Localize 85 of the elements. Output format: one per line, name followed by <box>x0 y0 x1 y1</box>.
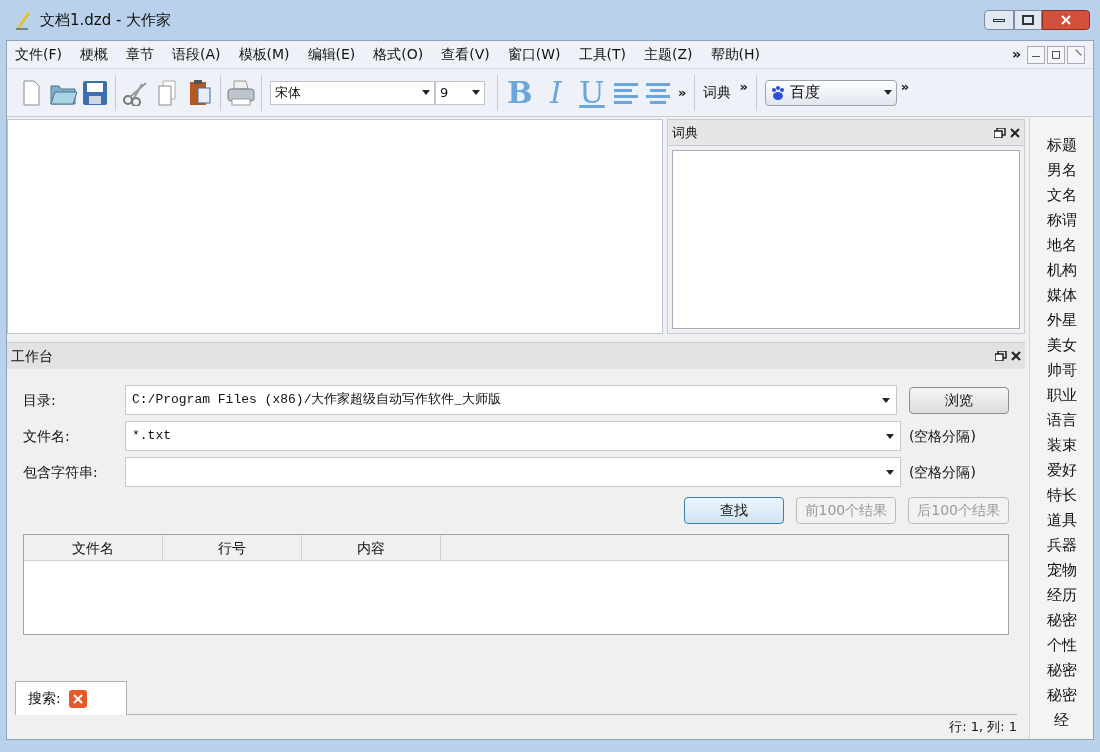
category-item[interactable]: 称谓 <box>1046 208 1077 233</box>
category-item[interactable]: 文名 <box>1046 183 1077 208</box>
minimize-button[interactable] <box>984 10 1014 30</box>
align-center-icon <box>644 80 672 105</box>
menu-item[interactable]: 工具(T) <box>578 44 627 65</box>
dropdown-arrow-icon <box>883 90 892 95</box>
copy-pages-icon <box>157 79 179 106</box>
dropdown-arrow-icon <box>886 433 894 439</box>
restore-button[interactable] <box>1047 45 1065 64</box>
field-hint: (空格分隔) <box>909 426 977 446</box>
category-item[interactable]: 男名 <box>1046 158 1077 183</box>
column-header[interactable]: 内容 <box>302 535 441 560</box>
menu-item[interactable]: 格式(O) <box>373 44 424 65</box>
search-tab[interactable]: 搜索: <box>15 681 127 715</box>
dropdown-arrow-icon <box>422 90 430 95</box>
menu-item[interactable]: 文件(F) <box>15 44 62 65</box>
status-text: 行: 1, 列: 1 <box>949 718 1017 737</box>
clipboard-icon <box>188 78 212 107</box>
blank-page-icon <box>22 79 40 106</box>
category-item[interactable]: 秘密 <box>1046 658 1077 683</box>
dictionary-toolbar-label: 词典 <box>703 83 732 102</box>
category-item[interactable]: 装束 <box>1046 433 1077 458</box>
category-item[interactable]: 帅哥 <box>1046 358 1077 383</box>
close-button[interactable] <box>1042 10 1090 30</box>
printer-icon <box>226 78 256 107</box>
dropdown-arrow-icon <box>886 469 894 475</box>
category-item[interactable]: 标题 <box>1046 133 1077 158</box>
search-engine-select[interactable]: 百度 <box>764 79 897 106</box>
menu-item[interactable]: 编辑(E) <box>307 44 356 65</box>
maximize-button[interactable] <box>1014 10 1042 30</box>
font-select[interactable]: 宋体 <box>270 80 435 105</box>
menu-item[interactable]: 查看(V) <box>441 44 490 65</box>
restore-icon[interactable] <box>994 127 1006 138</box>
category-item[interactable]: 地名 <box>1046 233 1077 258</box>
toolbar-overflow[interactable]: » <box>739 77 748 97</box>
category-item[interactable]: 兵器 <box>1046 533 1077 558</box>
pen-icon <box>14 10 32 30</box>
action-button[interactable]: 查找 <box>683 497 784 524</box>
column-header[interactable]: 文件名 <box>24 535 163 560</box>
panel-title: 工作台 <box>11 346 54 366</box>
menu-item[interactable]: 主题(Z) <box>644 44 693 65</box>
category-item[interactable]: 秘密 <box>1046 683 1077 708</box>
menu-item[interactable]: 帮助(H) <box>710 44 760 65</box>
field-label: 文件名: <box>23 426 71 446</box>
combo-box[interactable]: *.txt <box>125 421 901 451</box>
panel-title: 词典 <box>672 123 699 142</box>
category-item[interactable]: 机构 <box>1046 258 1077 283</box>
combo-box[interactable]: C:/Program Files (x86)/大作家超级自动写作软件_大师版 <box>125 385 897 415</box>
category-item[interactable]: 职业 <box>1046 383 1077 408</box>
menu-item[interactable]: 章节 <box>126 44 154 65</box>
category-item[interactable]: 媒体 <box>1046 283 1077 308</box>
category-item[interactable]: 爱好 <box>1046 458 1077 483</box>
category-item[interactable]: 语言 <box>1046 408 1077 433</box>
field-label: 包含字符串: <box>23 462 99 482</box>
font-size-select[interactable]: 9 <box>435 80 485 105</box>
category-item[interactable]: 外星 <box>1046 308 1077 333</box>
browse-button[interactable]: 浏览 <box>909 386 1009 414</box>
menu-item[interactable]: 梗概 <box>80 44 108 65</box>
toolbar-overflow[interactable]: » <box>678 82 687 103</box>
dropdown-arrow-icon <box>882 397 890 403</box>
restore-icon[interactable] <box>995 351 1007 361</box>
dropdown-arrow-icon <box>472 90 480 95</box>
category-item[interactable]: 个性 <box>1046 633 1077 658</box>
category-item[interactable]: 秘密 <box>1046 608 1077 633</box>
column-header[interactable]: 行号 <box>163 535 302 560</box>
category-item[interactable]: 美女 <box>1046 333 1077 358</box>
menu-overflow[interactable]: » <box>1011 44 1021 65</box>
window-title: 文档1.dzd - 大作家 <box>40 9 172 31</box>
close-icon <box>1061 15 1071 25</box>
align-left-icon <box>612 80 640 105</box>
field-hint: (空格分隔) <box>909 462 977 482</box>
category-item[interactable]: 道具 <box>1046 508 1077 533</box>
paw-icon <box>769 84 786 101</box>
menu-item[interactable]: 窗口(W) <box>507 44 561 65</box>
menu-item[interactable]: 语段(A) <box>172 44 221 65</box>
close-icon[interactable] <box>1011 351 1021 361</box>
minimize-button[interactable] <box>1027 45 1045 64</box>
menu-item[interactable]: 模板(M) <box>238 44 290 65</box>
category-item[interactable]: 经 <box>1054 708 1069 733</box>
category-item[interactable]: 特长 <box>1046 483 1077 508</box>
close-icon[interactable] <box>1010 127 1020 138</box>
category-item[interactable]: 宠物 <box>1046 558 1077 583</box>
category-item[interactable]: 经历 <box>1046 583 1077 608</box>
toolbar-overflow[interactable]: » <box>900 77 910 97</box>
field-label: 目录: <box>23 390 57 410</box>
